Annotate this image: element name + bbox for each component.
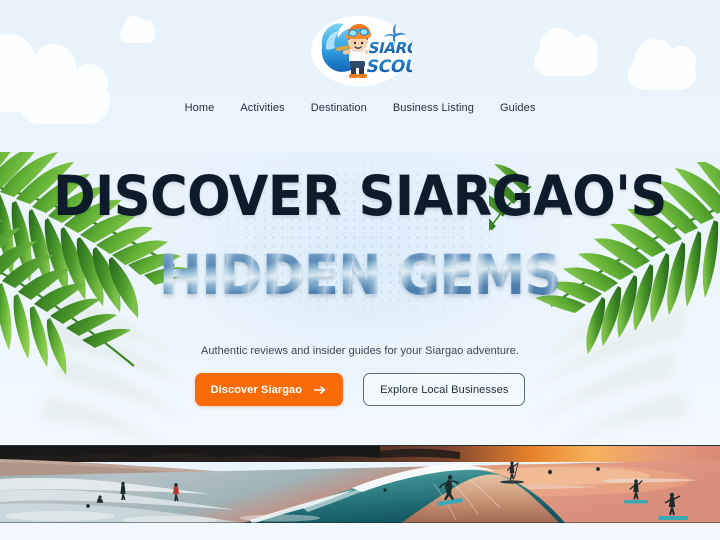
footer-strip: [0, 523, 720, 540]
nav-item-home[interactable]: Home: [172, 99, 228, 117]
main-navigation: Home Activities Destination Business Lis…: [0, 99, 720, 117]
svg-text:SCOUT: SCOUT: [364, 57, 412, 77]
cloud-right-1-icon: [534, 28, 598, 76]
sunset-surf-banner: [0, 445, 720, 523]
site-logo[interactable]: SIARGAO SCOUT: [308, 13, 412, 89]
hero-content: DISCOVER SIARGAO'S HIDDEN GEMS Authentic…: [0, 152, 720, 445]
cloud-small-left-icon: [120, 16, 156, 43]
hero-headline-line1: DISCOVER SIARGAO'S: [53, 164, 667, 228]
hero-cta-row: Discover Siargao Explore Local Businesse…: [0, 373, 720, 406]
arrow-right-icon: [314, 385, 326, 394]
nav-item-guides[interactable]: Guides: [487, 99, 548, 117]
discover-siargao-button[interactable]: Discover Siargao: [194, 373, 344, 406]
cloud-right-2-icon: [628, 39, 696, 90]
hero-subtitle: Authentic reviews and insider guides for…: [200, 345, 520, 357]
nav-item-destination[interactable]: Destination: [298, 99, 380, 117]
siargao-scout-logo-icon: SIARGAO SCOUT: [311, 16, 412, 86]
svg-text:SIARGAO: SIARGAO: [367, 39, 412, 57]
discover-siargao-label: Discover Siargao: [210, 383, 303, 396]
explore-local-businesses-button[interactable]: Explore Local Businesses: [363, 373, 526, 406]
nav-item-business-listing[interactable]: Business Listing: [380, 99, 487, 117]
hero-headline-line2: HIDDEN GEMS: [25, 245, 695, 305]
nav-item-activities[interactable]: Activities: [227, 99, 297, 117]
page-root: SIARGAO SCOUT Home Activities Destinatio…: [0, 0, 720, 540]
hero-section: DISCOVER SIARGAO'S HIDDEN GEMS Authentic…: [0, 152, 720, 445]
sunset-surf-image: [0, 446, 720, 523]
